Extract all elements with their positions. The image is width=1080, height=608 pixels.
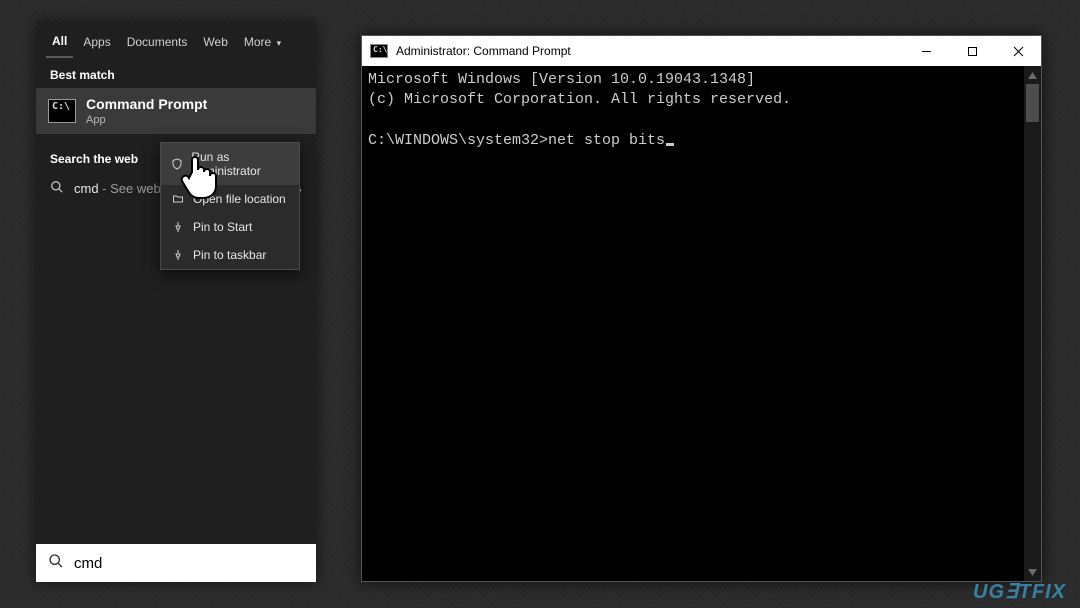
scroll-down-button[interactable] bbox=[1024, 563, 1041, 581]
scroll-up-button[interactable] bbox=[1024, 66, 1041, 84]
search-input-container[interactable]: cmd bbox=[36, 544, 316, 582]
chevron-down-icon: ▾ bbox=[277, 38, 282, 48]
search-tabs: All Apps Documents Web More ▾ bbox=[36, 22, 316, 58]
maximize-button[interactable] bbox=[949, 36, 995, 66]
terminal-line: (c) Microsoft Corporation. All rights re… bbox=[368, 91, 791, 108]
scroll-thumb[interactable] bbox=[1026, 84, 1039, 122]
pin-icon bbox=[171, 249, 185, 261]
ctx-label: Pin to taskbar bbox=[193, 248, 266, 262]
minimize-button[interactable] bbox=[903, 36, 949, 66]
shield-icon bbox=[171, 158, 183, 170]
close-button[interactable] bbox=[995, 36, 1041, 66]
pin-icon bbox=[171, 221, 185, 233]
best-match-result[interactable]: C:\ Command Prompt App bbox=[36, 88, 316, 134]
ctx-pin-to-start[interactable]: Pin to Start bbox=[161, 213, 299, 241]
tab-web[interactable]: Web bbox=[197, 31, 233, 57]
ctx-label: Pin to Start bbox=[193, 220, 252, 234]
tab-more-label: More bbox=[244, 35, 271, 49]
search-icon bbox=[48, 553, 64, 573]
tab-apps[interactable]: Apps bbox=[77, 31, 116, 57]
ctx-pin-to-taskbar[interactable]: Pin to taskbar bbox=[161, 241, 299, 269]
context-menu: Run as administrator Open file location … bbox=[160, 142, 300, 270]
titlebar[interactable]: C:\ Administrator: Command Prompt bbox=[362, 36, 1041, 66]
best-match-text: Command Prompt App bbox=[86, 96, 207, 126]
best-match-subtitle: App bbox=[86, 114, 207, 126]
ctx-label: Open file location bbox=[193, 192, 286, 206]
window-controls bbox=[903, 36, 1041, 66]
terminal-output[interactable]: Microsoft Windows [Version 10.0.19043.13… bbox=[362, 66, 1041, 581]
windows-search-panel: All Apps Documents Web More ▾ Best match… bbox=[36, 22, 316, 582]
ctx-open-file-location[interactable]: Open file location bbox=[161, 185, 299, 213]
best-match-title: Command Prompt bbox=[86, 96, 207, 112]
scrollbar[interactable] bbox=[1024, 66, 1041, 581]
watermark: UG∃TFIX bbox=[973, 582, 1066, 602]
folder-icon bbox=[171, 193, 185, 205]
web-result-prefix: cmd bbox=[74, 181, 99, 196]
terminal-prompt: C:\WINDOWS\system32> bbox=[368, 132, 548, 149]
search-input[interactable]: cmd bbox=[74, 555, 102, 572]
tab-more[interactable]: More ▾ bbox=[238, 31, 287, 57]
command-prompt-icon: C:\ bbox=[370, 44, 388, 58]
text-cursor-icon bbox=[666, 143, 674, 146]
terminal-line: Microsoft Windows [Version 10.0.19043.13… bbox=[368, 71, 755, 88]
window-title: Administrator: Command Prompt bbox=[396, 44, 571, 58]
tab-all[interactable]: All bbox=[46, 30, 73, 58]
tab-documents[interactable]: Documents bbox=[121, 31, 194, 57]
ctx-label: Run as administrator bbox=[191, 150, 289, 178]
command-prompt-window: C:\ Administrator: Command Prompt Micros… bbox=[361, 35, 1042, 582]
command-prompt-icon: C:\ bbox=[48, 99, 76, 123]
best-match-heading: Best match bbox=[36, 58, 316, 88]
search-icon bbox=[50, 180, 64, 197]
terminal-typed-command: net stop bits bbox=[548, 132, 665, 149]
ctx-run-as-administrator[interactable]: Run as administrator bbox=[161, 143, 299, 185]
